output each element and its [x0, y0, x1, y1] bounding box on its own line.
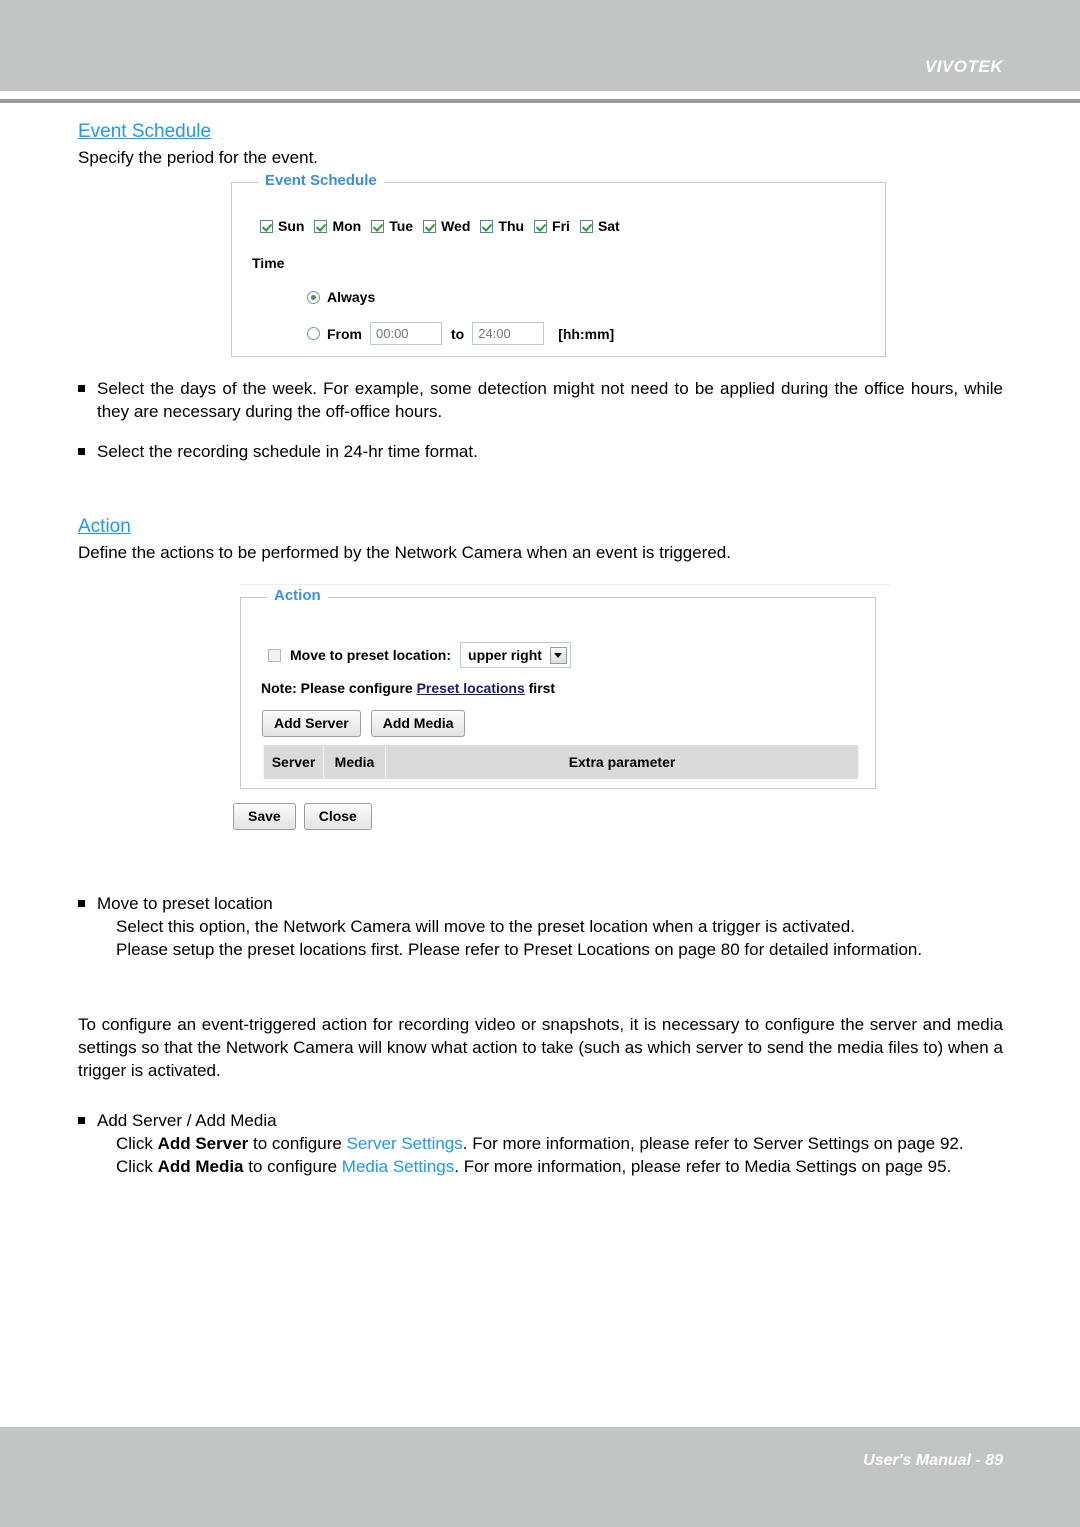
table-header-extra-parameter: Extra parameter — [385, 745, 859, 779]
configure-paragraph: To configure an event-triggered action f… — [78, 1015, 1003, 1080]
save-button[interactable]: Save — [233, 803, 296, 830]
day-label-sun: Sun — [278, 218, 305, 234]
header-divider-rule — [0, 99, 1080, 103]
event-schedule-panel: Event Schedule Sun Mon Tue Wed Thu Fri S… — [231, 172, 886, 357]
bullet-add-server-media-title: Add Server / Add Media — [97, 1111, 277, 1130]
checkbox-icon-move-to-preset[interactable] — [268, 648, 281, 662]
add-server-click-text: Click — [116, 1134, 158, 1153]
radio-icon-always[interactable] — [307, 290, 320, 304]
checkbox-icon-sat[interactable] — [579, 219, 593, 233]
bullet-move-to-preset: Move to preset location Select this opti… — [78, 892, 1003, 961]
day-checkbox-wed[interactable]: Wed — [423, 218, 470, 234]
add-media-click-text: Click — [116, 1157, 158, 1176]
add-media-instruction: Click Add Media to configure Media Setti… — [116, 1155, 1003, 1178]
add-media-bold-text: Add Media — [157, 1157, 244, 1176]
move-to-preset-label: Move to preset location: — [290, 647, 452, 663]
page-content: Event Schedule Specify the period for th… — [0, 120, 1080, 1178]
add-buttons-row: Add Server Add Media — [262, 710, 466, 737]
action-intro: Define the actions to be performed by th… — [78, 543, 731, 562]
preset-location-selected-value: upper right — [468, 647, 542, 663]
close-button[interactable]: Close — [303, 803, 372, 830]
day-label-tue: Tue — [389, 218, 414, 234]
action-panel: Action Move to preset location: upper ri… — [240, 587, 876, 789]
day-checkbox-sat[interactable]: Sat — [579, 218, 620, 234]
page-footer-bar: User's Manual - 89 — [0, 1427, 1080, 1527]
preset-note-suffix: first — [524, 680, 556, 696]
server-settings-link[interactable]: Server Settings — [347, 1134, 463, 1153]
bullet-select-days: Select the days of the week. For example… — [78, 377, 1003, 423]
checkbox-icon-thu[interactable] — [480, 219, 494, 233]
add-media-button[interactable]: Add Media — [370, 710, 466, 737]
save-close-button-row: Save Close — [233, 803, 1080, 830]
radio-row-always[interactable]: Always — [307, 289, 375, 305]
add-media-mid-text: to configure — [243, 1157, 342, 1176]
time-format-hint: [hh:mm] — [558, 325, 615, 342]
bullet-square-icon — [78, 448, 85, 455]
day-checkbox-thu[interactable]: Thu — [480, 218, 524, 234]
checkbox-icon-wed[interactable] — [423, 219, 437, 233]
event-schedule-heading-link[interactable]: Event Schedule — [78, 120, 211, 144]
checkbox-icon-tue[interactable] — [371, 219, 385, 233]
table-header-media: Media — [323, 745, 386, 779]
day-checkbox-sun[interactable]: Sun — [260, 218, 304, 234]
bullet-recording-schedule: Select the recording schedule in 24-hr t… — [78, 440, 1003, 463]
day-of-week-checkbox-row: Sun Mon Tue Wed Thu Fri Sat — [260, 218, 630, 234]
table-header-row: Server Media Extra parameter — [263, 745, 859, 779]
add-server-instruction: Click Add Server to configure Server Set… — [116, 1132, 1003, 1155]
bullet-select-days-text: Select the days of the week. For example… — [97, 379, 1003, 421]
checkbox-icon-sun[interactable] — [260, 219, 273, 233]
to-word-label: to — [451, 325, 465, 342]
day-label-thu: Thu — [498, 218, 525, 234]
add-server-bold-text: Add Server — [157, 1134, 249, 1153]
radio-icon-from[interactable] — [307, 327, 320, 340]
action-result-table: Server Media Extra parameter — [263, 745, 859, 779]
day-checkbox-fri[interactable]: Fri — [534, 218, 570, 234]
add-server-button[interactable]: Add Server — [262, 710, 361, 737]
bullet-recording-schedule-text: Select the recording schedule in 24-hr t… — [97, 442, 478, 461]
day-label-wed: Wed — [441, 218, 471, 234]
bullet-add-server-add-media: Add Server / Add Media Click Add Server … — [78, 1109, 1003, 1178]
vivotek-logo: VIVOTEK — [924, 57, 1003, 76]
bullet-move-to-preset-title: Move to preset location — [97, 894, 273, 913]
preset-note-prefix: Note: Please configure — [261, 680, 417, 696]
time-section-label: Time — [252, 255, 285, 271]
preset-location-select[interactable]: upper right — [460, 642, 571, 668]
event-schedule-panel-legend: Event Schedule — [258, 172, 384, 189]
day-label-sat: Sat — [597, 218, 620, 234]
bullet-square-icon — [78, 385, 85, 392]
bullet-square-icon — [78, 900, 85, 907]
bullet-move-to-preset-line1: Select this option, the Network Camera w… — [116, 917, 855, 936]
radio-label-always: Always — [327, 289, 376, 305]
chevron-down-icon[interactable] — [549, 646, 567, 664]
action-section-rule — [240, 584, 890, 585]
bullet-square-icon — [78, 1117, 85, 1124]
move-to-preset-location-row[interactable]: Move to preset location: upper right — [268, 642, 571, 668]
bullet-move-to-preset-line2: Please setup the preset locations first.… — [116, 940, 923, 959]
radio-row-from[interactable]: From to [hh:mm] — [307, 322, 614, 345]
preset-note: Note: Please configure Preset locations … — [261, 680, 555, 696]
action-panel-legend: Action — [267, 587, 328, 604]
media-settings-link[interactable]: Media Settings — [342, 1157, 454, 1176]
add-server-mid-text: to configure — [248, 1134, 347, 1153]
day-checkbox-mon[interactable]: Mon — [314, 218, 361, 234]
page-header-bar: VIVOTEK — [0, 0, 1080, 91]
day-checkbox-tue[interactable]: Tue — [371, 218, 413, 234]
footer-page-label: User's Manual - 89 — [863, 1452, 1003, 1469]
event-schedule-intro: Specify the period for the event. — [78, 148, 319, 167]
day-label-mon: Mon — [332, 218, 362, 234]
radio-label-from: From — [327, 325, 362, 342]
add-media-tail-text: . For more information, please refer to … — [454, 1157, 952, 1176]
checkbox-icon-fri[interactable] — [534, 219, 548, 233]
add-server-tail-text: . For more information, please refer to … — [462, 1134, 964, 1153]
to-time-input[interactable] — [472, 322, 545, 345]
table-header-server: Server — [263, 745, 324, 779]
checkbox-icon-mon[interactable] — [314, 219, 328, 233]
day-label-fri: Fri — [552, 218, 570, 234]
action-heading-link[interactable]: Action — [78, 515, 131, 539]
preset-locations-link[interactable]: Preset locations — [417, 680, 525, 696]
from-time-input[interactable] — [370, 322, 442, 345]
